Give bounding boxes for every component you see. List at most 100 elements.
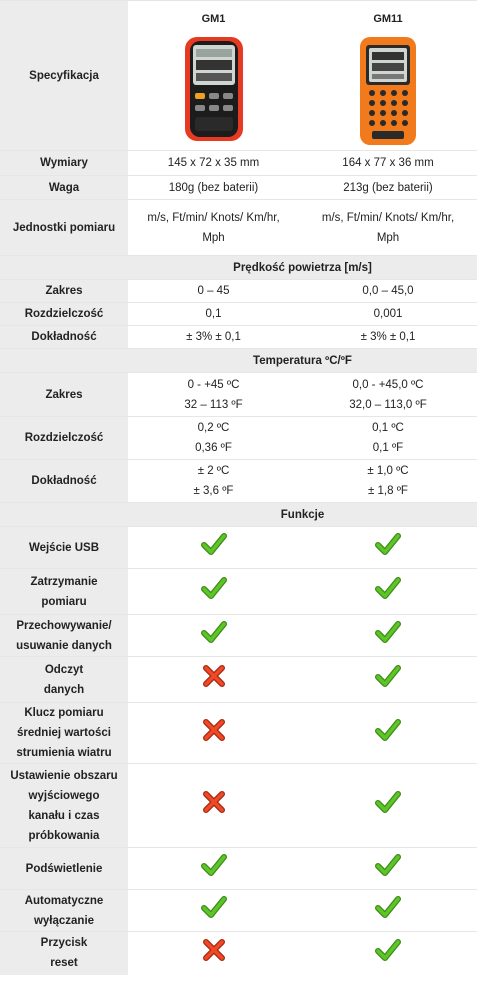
function-label-line: Ustawienie obszaru [10,769,118,782]
units-gm1-line1: m/s, Ft/min/ Knots/ Km/hr, [147,211,280,224]
product-gm1-name: GM1 [201,13,226,25]
spec-header-label: Specyfikacja [0,0,128,151]
function-label: Klucz pomiaru średniej wartości strumienia… [0,702,128,764]
row-label-units: Jednostki pomiaru [0,199,128,256]
function-label-line: danych [43,683,85,696]
function-gm11-cell [299,889,477,932]
check-icon [375,575,401,608]
dimensions-gm11: 164 x 77 x 36 mm [299,150,477,176]
check-icon [375,531,401,564]
check-icon [375,663,401,696]
check-icon [375,937,401,970]
function-gm11-cell [299,568,477,615]
temp-label-resolution: Rozdzielczość [0,416,128,460]
function-label-line: Przechowywanie/ [16,619,112,632]
function-gm11-cell [299,847,477,890]
temp-range-gm1: 0 - +45 ºC 32 – 113 ºF [128,372,299,417]
temp-resolution-gm1: 0,2 ºC 0,36 ºF [128,416,299,460]
check-icon [375,789,401,822]
units-gm11-line1: m/s, Ft/min/ Knots/ Km/hr, [321,211,455,224]
function-label: Ustawienie obszaru wyjściowego kanału i cz… [0,763,128,848]
function-label-line: Zatrzymanie [30,575,98,588]
temp-label-accuracy: Dokładność [0,459,128,503]
check-icon [200,852,227,885]
function-label-line: pomiaru [41,595,87,608]
function-gm1-cell [128,763,299,848]
units-gm1: m/s, Ft/min/ Knots/ Km/hr, Mph [128,199,299,256]
temp-label-range: Zakres [0,372,128,417]
weight-gm1: 180g (bez baterii) [128,175,299,200]
check-icon [375,852,401,885]
functions-list: Wejście USB Zatrzymanie pomiaru Przechowywa… [0,526,477,975]
speed-resolution-gm11: 0,001 [299,302,477,326]
function-label-line: Odczyt [44,663,84,676]
cross-icon [201,789,227,822]
cross-icon [201,717,227,750]
check-icon [375,619,401,652]
temp-resolution-gm11-f: 0,1 ºF [372,442,404,454]
speed-label-range: Zakres [0,279,128,303]
product-gm11: GM11 [299,0,477,151]
temp-accuracy-gm1-f: ± 3,6 ºF [193,485,234,497]
function-label-line: Przycisk [40,937,88,950]
function-label-line: Wejście USB [28,541,100,554]
temp-accuracy-gm1: ± 2 ºC ± 3,6 ºF [128,459,299,503]
function-label-line: próbkowania [28,829,100,842]
section-functions: Funkcje [128,502,477,527]
dimensions-gm1: 145 x 72 x 35 mm [128,150,299,176]
units-gm11-line2: Mph [376,231,400,244]
temp-accuracy-gm11-f: ± 1,8 ºF [368,485,408,497]
speed-label-accuracy: Dokładność [0,325,128,349]
gm11-device-image [360,37,416,145]
check-icon [200,575,227,608]
section-temperature: Temperatura ºC/ºF [128,348,477,373]
function-label-line: Automatyczne [24,894,104,907]
function-gm11-cell [299,656,477,703]
spec-table: Specyfikacja GM1 GM11 Wymiary 145 x 72 x… [0,0,477,975]
function-gm1-cell [128,526,299,569]
function-label-line: kanału i czas [28,809,100,822]
temp-resolution-gm11-c: 0,1 ºC [372,422,404,434]
function-gm11-cell [299,614,477,657]
function-label-line: wyłączanie [33,914,95,927]
gm1-device-image [184,37,243,141]
temp-accuracy-gm11-c: ± 1,0 ºC [367,465,409,477]
function-gm11-cell [299,702,477,764]
function-gm11-cell [299,763,477,848]
row-label-weight: Waga [0,175,128,200]
temp-range-gm1-c: 0 - +45 ºC [187,378,240,391]
check-icon [200,894,227,927]
function-label: Odczyt danych [0,656,128,703]
speed-accuracy-gm11: ± 3% ± 0,1 [299,325,477,349]
product-gm11-name: GM11 [373,13,403,25]
check-icon [375,894,401,927]
function-gm11-cell [299,931,477,975]
row-label-dimensions: Wymiary [0,150,128,176]
function-label: Automatyczne wyłączanie [0,889,128,932]
function-label-line: średniej wartości [17,727,111,739]
product-gm1: GM1 [128,0,299,151]
function-label-line: Klucz pomiaru [24,707,104,719]
weight-gm11: 213g (bez baterii) [299,175,477,200]
section-air-speed: Prędkość powietrza [m/s] [128,255,477,280]
function-gm1-cell [128,931,299,975]
temp-accuracy-gm1-c: ± 2 ºC [197,465,230,477]
function-gm1-cell [128,702,299,764]
function-label-line: reset [50,957,78,970]
check-icon [200,531,227,564]
temp-resolution-gm11: 0,1 ºC 0,1 ºF [299,416,477,460]
function-label: Podświetlenie [0,847,128,890]
units-gm1-line2: Mph [202,231,225,244]
speed-accuracy-gm1: ± 3% ± 0,1 [128,325,299,349]
function-label-line: wyjściowego [28,789,100,802]
temp-resolution-gm1-f: 0,36 ºF [195,442,232,454]
cross-icon [201,663,227,696]
cross-icon [201,937,227,970]
function-gm1-cell [128,889,299,932]
function-label: Przycisk reset [0,931,128,975]
function-gm1-cell [128,847,299,890]
temp-range-gm11-c: 0,0 - +45,0 ºC [352,378,424,391]
function-label-line: usuwanie danych [16,639,112,652]
function-label: Wejście USB [0,526,128,569]
function-label: Zatrzymanie pomiaru [0,568,128,615]
